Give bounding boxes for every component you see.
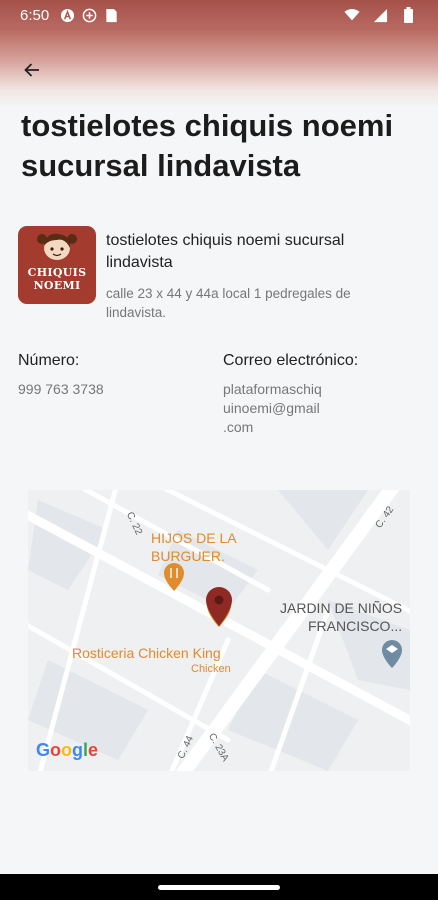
logo-text-line1: CHIQUIS xyxy=(27,266,87,279)
poi-chicken-sub: Chicken xyxy=(191,663,231,675)
signal-icon xyxy=(372,7,388,23)
back-button[interactable] xyxy=(18,58,46,86)
page-title: tostielotes chiquis noemi sucursal linda… xyxy=(21,108,394,183)
poi-chicken-label[interactable]: Rosticeria Chicken King xyxy=(72,645,221,661)
google-letter: o xyxy=(50,740,62,760)
poi-burger-line2: BURGUER. xyxy=(151,548,225,564)
battery-icon xyxy=(400,7,416,23)
business-address: calle 23 x 44 y 44a local 1 pedregales d… xyxy=(106,286,351,320)
google-letter: e xyxy=(88,740,99,760)
map-view[interactable]: C. 22 C. 42 C. 44 C. 23A HIJOS DE LA BUR… xyxy=(28,490,410,771)
poi-school-label[interactable]: JARDIN DE NIÑOS FRANCISCO... xyxy=(280,599,402,635)
phone-value[interactable]: 999 763 3738 xyxy=(18,380,104,399)
arrow-left-icon xyxy=(23,61,41,84)
logo-text-line2: NOEMI xyxy=(33,279,81,292)
google-letter: g xyxy=(72,740,84,760)
system-nav-bar xyxy=(0,874,438,900)
a-icon xyxy=(59,7,75,23)
email-label: Correo electrónico: xyxy=(223,352,359,369)
home-handle[interactable] xyxy=(158,885,280,890)
poi-burger-label[interactable]: HIJOS DE LA BURGUER. xyxy=(151,529,237,565)
email-line: .com xyxy=(223,419,254,435)
poi-burger-line1: HIJOS DE LA xyxy=(151,530,237,546)
business-logo: CHIQUIS NOEMI xyxy=(18,226,96,304)
google-logo: Google xyxy=(36,740,98,761)
google-letter: G xyxy=(36,740,51,760)
phone-label: Número: xyxy=(18,352,80,369)
email-line: uinoemi@gmail xyxy=(223,400,320,416)
status-time: 6:50 xyxy=(20,6,50,24)
wifi-icon xyxy=(344,7,360,23)
hospital-icon xyxy=(81,7,97,23)
business-name: tostielotes chiquis noemi sucursal linda… xyxy=(106,232,345,271)
google-letter: o xyxy=(61,740,73,760)
sim-card-icon xyxy=(103,7,119,23)
email-value[interactable]: plataformaschiq uinoemi@gmail .com xyxy=(223,380,353,437)
poi-school-line2: FRANCISCO... xyxy=(308,618,403,634)
poi-school-line1: JARDIN DE NIÑOS xyxy=(280,600,403,616)
status-bar: 6:50 xyxy=(0,0,438,108)
email-line: plataformaschiq xyxy=(223,381,322,397)
